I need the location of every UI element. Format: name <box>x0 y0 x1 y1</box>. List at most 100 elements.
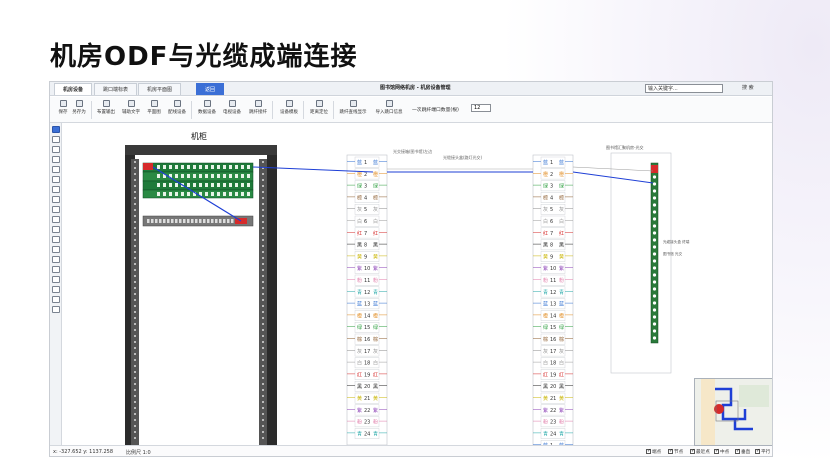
closure-port[interactable] <box>652 175 657 179</box>
panel-port[interactable] <box>247 174 250 178</box>
pan-hand-icon[interactable] <box>52 176 60 183</box>
odf-left[interactable]: 蓝 1 蓝橙 2 橙绿 3 绿棕 4 棕灰 5 灰白 6 白红 7 红黑 8 黑黄 9 黄紫 10 紫粉 11 粉青 12 青蓝… <box>346 154 388 445</box>
switch-port[interactable] <box>231 219 234 223</box>
closure-port[interactable] <box>652 196 657 200</box>
distance-locate-button[interactable]: 距离定位 <box>308 100 330 115</box>
delete-icon[interactable] <box>52 236 60 243</box>
panel-port[interactable] <box>205 165 208 169</box>
closure-port[interactable] <box>652 252 657 256</box>
aux-text-button[interactable]: 辅助文字 <box>120 100 142 115</box>
panel-port[interactable] <box>193 174 196 178</box>
snap-midpoint-toggle[interactable]: 中点 <box>714 448 729 455</box>
node-edit-icon[interactable] <box>52 216 60 223</box>
panel-port[interactable] <box>229 174 232 178</box>
panel-port[interactable] <box>235 192 238 196</box>
closure-port[interactable] <box>652 210 657 214</box>
snap-endpoint-toggle[interactable]: 端点 <box>646 448 661 455</box>
panel-port[interactable] <box>157 183 160 187</box>
closure-port[interactable] <box>652 336 657 340</box>
panel-port[interactable] <box>229 165 232 169</box>
patch-device-button[interactable]: 配线设备 <box>166 100 188 115</box>
select-tool-icon[interactable] <box>52 126 60 133</box>
layer-icon[interactable] <box>52 286 60 293</box>
closure-port[interactable] <box>652 273 657 277</box>
device-template-button[interactable]: 设备模板 <box>278 100 300 115</box>
panel-port[interactable] <box>217 183 220 187</box>
closure-port[interactable] <box>652 308 657 312</box>
panel-port[interactable] <box>163 165 166 169</box>
save-as-button[interactable]: 另存为 <box>68 100 90 115</box>
panel-port[interactable] <box>211 183 214 187</box>
switch-port[interactable] <box>163 219 166 223</box>
panel-port[interactable] <box>247 192 250 196</box>
switch-port[interactable] <box>199 219 202 223</box>
line-tool-icon[interactable] <box>52 196 60 203</box>
panel-port[interactable] <box>223 192 226 196</box>
switch-port[interactable] <box>171 219 174 223</box>
panel-port[interactable] <box>241 183 244 187</box>
panel-port[interactable] <box>223 174 226 178</box>
panel-port[interactable] <box>163 192 166 196</box>
patch-panel-stack[interactable] <box>142 162 254 199</box>
closure-port[interactable] <box>652 266 657 270</box>
fiber-jump-button[interactable]: 跳纤接纤 <box>247 100 269 115</box>
overview-minimap[interactable] <box>694 378 772 446</box>
panel-port[interactable] <box>187 174 190 178</box>
panel-port[interactable] <box>223 165 226 169</box>
switch-port[interactable] <box>179 219 182 223</box>
panel-port[interactable] <box>241 174 244 178</box>
closure-port[interactable] <box>652 189 657 193</box>
closure-port[interactable] <box>652 245 657 249</box>
panel-port[interactable] <box>199 183 202 187</box>
floorplan-button[interactable]: 平面图 <box>143 100 165 115</box>
redo-icon[interactable] <box>52 256 60 263</box>
panel-port[interactable] <box>169 183 172 187</box>
snap-perpendicular-toggle[interactable]: 垂直 <box>735 448 750 455</box>
panel-port[interactable] <box>169 192 172 196</box>
closure-port[interactable] <box>652 238 657 242</box>
network-switch[interactable] <box>142 215 254 227</box>
panel-port[interactable] <box>235 165 238 169</box>
switch-port[interactable] <box>155 219 158 223</box>
closure-port[interactable] <box>652 217 657 221</box>
switch-port[interactable] <box>211 219 214 223</box>
pen-icon[interactable] <box>52 306 60 313</box>
pointer-tool-icon[interactable] <box>52 136 60 143</box>
panel-port[interactable] <box>193 183 196 187</box>
search-button[interactable]: 搜 索 <box>742 84 754 91</box>
panel-port[interactable] <box>181 174 184 178</box>
import-ports-button[interactable]: 导入跳口信息 <box>372 100 406 115</box>
panel-port[interactable] <box>211 174 214 178</box>
panel-port[interactable] <box>229 192 232 196</box>
closure-port[interactable] <box>652 224 657 228</box>
tab-port-table[interactable]: 跳口端标表 <box>94 83 138 95</box>
panel-port[interactable] <box>241 192 244 196</box>
panel-port[interactable] <box>217 174 220 178</box>
tab-room-devices[interactable]: 机房设备 <box>54 83 93 95</box>
drawing-canvas[interactable]: 机柜 蓝1蓝橙2橙绿3绿棕4棕灰5灰白6白红7红黑8黑黄9 黄 紫 10 紫 粉… <box>63 123 772 445</box>
odf-to-closure-cable[interactable] <box>572 166 654 172</box>
undo-icon[interactable] <box>52 246 60 253</box>
switch-port[interactable] <box>223 219 226 223</box>
panel-port[interactable] <box>187 183 190 187</box>
panel-port[interactable] <box>175 183 178 187</box>
closure-port[interactable] <box>652 329 657 333</box>
switch-port[interactable] <box>175 219 178 223</box>
data-device-button[interactable]: 数据设备 <box>196 100 218 115</box>
drag-tool-icon[interactable] <box>52 146 60 153</box>
switch-port[interactable] <box>147 219 150 223</box>
panel-port[interactable] <box>247 183 250 187</box>
panel-port[interactable] <box>217 165 220 169</box>
zoom-out-icon[interactable] <box>52 166 60 173</box>
switch-port[interactable] <box>191 219 194 223</box>
switch-port[interactable] <box>207 219 210 223</box>
rotate-icon[interactable] <box>52 206 60 213</box>
panel-port[interactable] <box>169 165 172 169</box>
panel-port[interactable] <box>157 192 160 196</box>
snap-parallel-toggle[interactable]: 平行 <box>755 448 770 455</box>
panel-port[interactable] <box>175 165 178 169</box>
trace-display-button[interactable]: 跳纤查线显示 <box>338 100 368 115</box>
odf-to-closure-trace[interactable] <box>572 171 654 184</box>
panel-port[interactable] <box>211 165 214 169</box>
panel-port[interactable] <box>229 183 232 187</box>
